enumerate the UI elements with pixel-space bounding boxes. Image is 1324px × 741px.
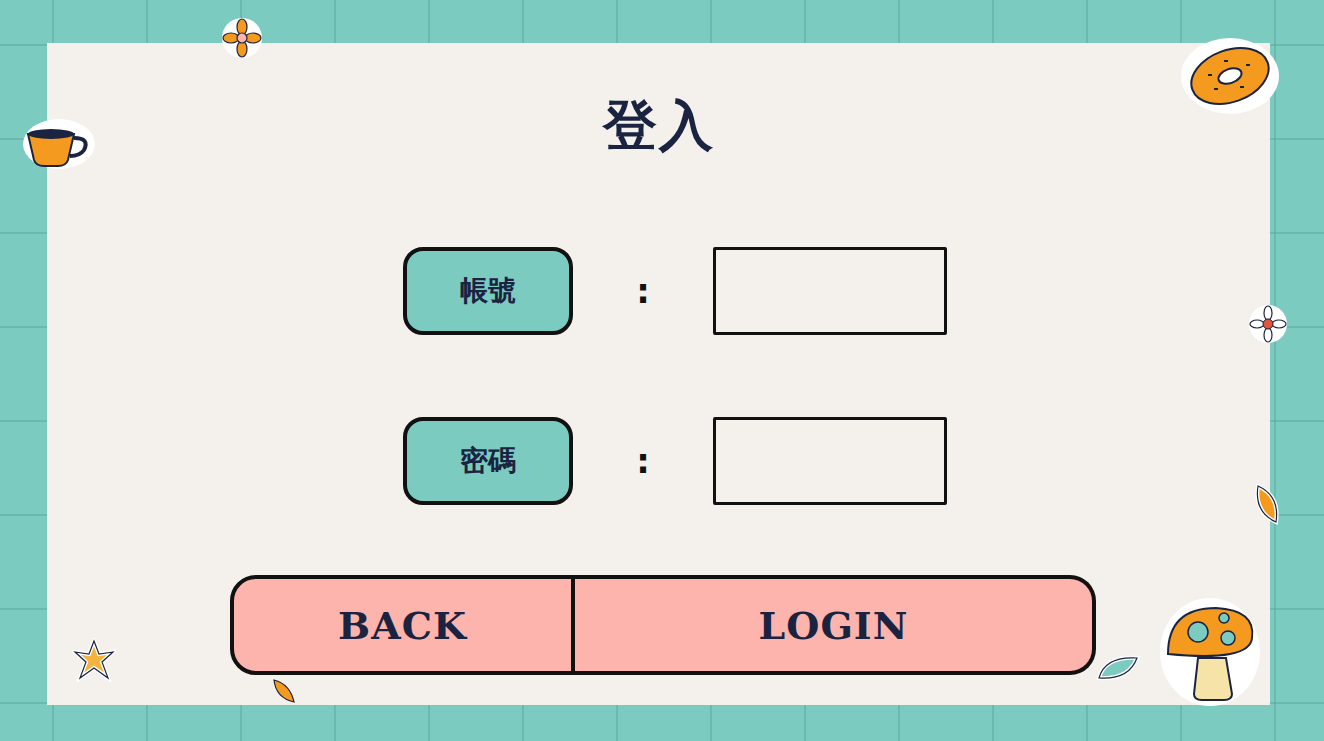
login-panel: 登入 帳號:密碼: BACKLOGIN: [47, 43, 1270, 705]
donut-icon: [1180, 36, 1280, 116]
page-title: 登入: [47, 91, 1270, 161]
field-label: 帳號: [403, 247, 573, 335]
star-icon: [72, 638, 116, 682]
mushroom-icon: [1158, 596, 1262, 708]
daisy-icon: [1248, 304, 1288, 344]
flower-icon: [221, 17, 263, 59]
field-label: 密碼: [403, 417, 573, 505]
field-separator: :: [573, 417, 713, 505]
account-input[interactable]: [713, 247, 947, 335]
password-input[interactable]: [713, 417, 947, 505]
login-form: 帳號:密碼:: [403, 247, 947, 505]
back-button[interactable]: BACK: [230, 575, 575, 675]
small-leaf-icon: [1096, 652, 1140, 682]
coffee-cup-icon: [22, 118, 96, 170]
corner-leaf-icon: [270, 676, 300, 706]
leaf-icon: [1252, 482, 1284, 526]
button-bar: BACKLOGIN: [230, 575, 1096, 675]
field-separator: :: [573, 247, 713, 335]
login-button[interactable]: LOGIN: [575, 575, 1096, 675]
